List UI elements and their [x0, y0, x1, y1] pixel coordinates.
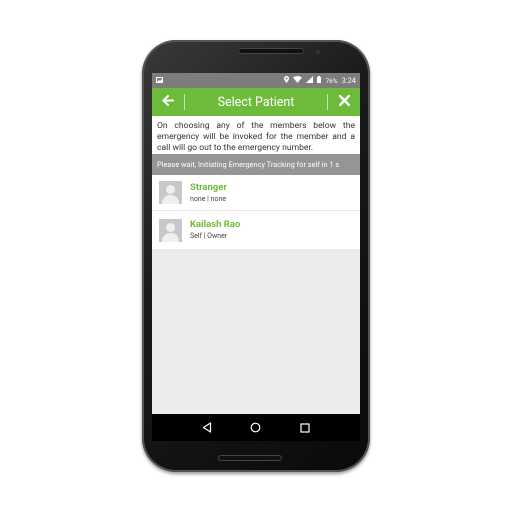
location-icon — [284, 76, 290, 85]
info-text: On choosing any of the members below the… — [152, 116, 360, 154]
image-notification-icon — [156, 76, 163, 85]
home-icon — [250, 418, 261, 437]
bottom-speaker — [218, 455, 282, 461]
status-banner: Please wait, Initiating Emergency Tracki… — [152, 154, 360, 175]
clock: 3:24 — [341, 76, 356, 85]
list-item[interactable]: Stranger none | none — [152, 175, 360, 211]
front-camera — [316, 50, 320, 54]
member-detail: none | none — [190, 194, 227, 203]
nav-home-button[interactable] — [249, 421, 263, 435]
status-bar: 76% 3:24 — [152, 73, 360, 88]
close-button[interactable] — [328, 88, 360, 116]
battery-icon — [317, 76, 322, 85]
screen: 76% 3:24 Select Patient On choosing any … — [152, 73, 360, 441]
member-name: Stranger — [190, 181, 227, 193]
nav-recents-button[interactable] — [298, 421, 312, 435]
member-name: Kailash Rao — [190, 219, 241, 230]
close-icon — [338, 94, 350, 110]
arrow-left-icon — [162, 94, 174, 110]
battery-percent: 76% — [325, 76, 338, 85]
nav-back-button[interactable] — [200, 421, 214, 435]
back-button[interactable] — [152, 88, 184, 116]
avatar — [159, 218, 182, 242]
toolbar: Select Patient — [152, 88, 360, 116]
member-detail: Self | Owner — [190, 232, 228, 240]
list-item[interactable]: Kailash Rao Self | Owner — [152, 211, 360, 250]
wifi-icon — [293, 76, 303, 85]
recents-icon — [300, 418, 310, 437]
navigation-bar — [152, 414, 360, 441]
page-title: Select Patient — [217, 94, 295, 110]
avatar — [159, 181, 182, 204]
earpiece-speaker — [238, 48, 304, 54]
signal-icon — [306, 76, 314, 85]
back-icon — [202, 418, 212, 437]
member-list: Stranger none | none Kailash Rao Self | … — [152, 175, 360, 250]
